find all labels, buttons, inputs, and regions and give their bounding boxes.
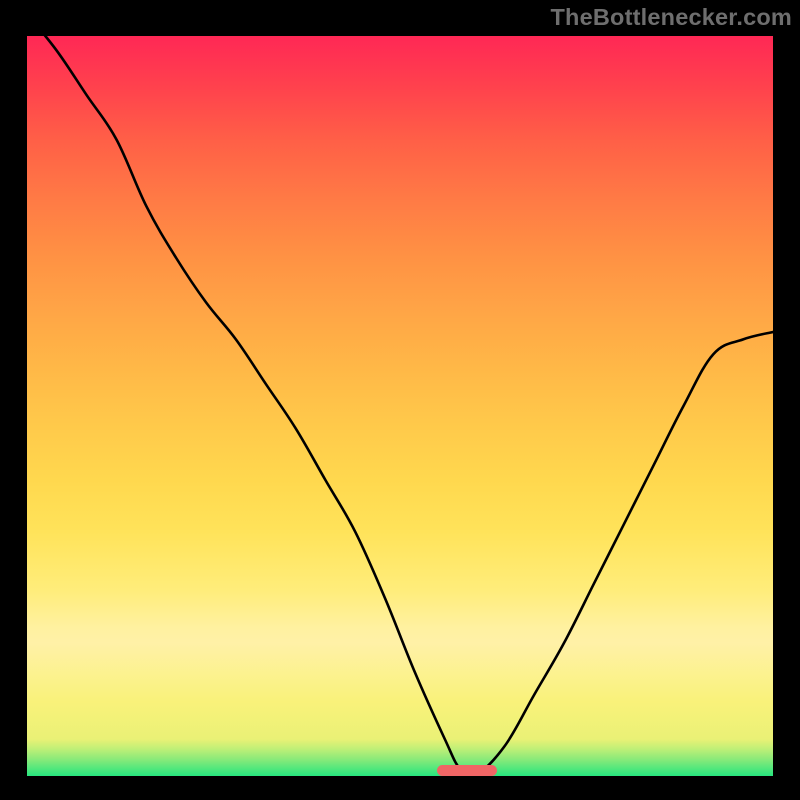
bottleneck-curve [27, 36, 773, 776]
chart-frame: TheBottlenecker.com [0, 0, 800, 800]
optimal-range-marker [437, 765, 497, 776]
plot-area [27, 36, 773, 776]
attribution-text: TheBottlenecker.com [551, 4, 793, 31]
